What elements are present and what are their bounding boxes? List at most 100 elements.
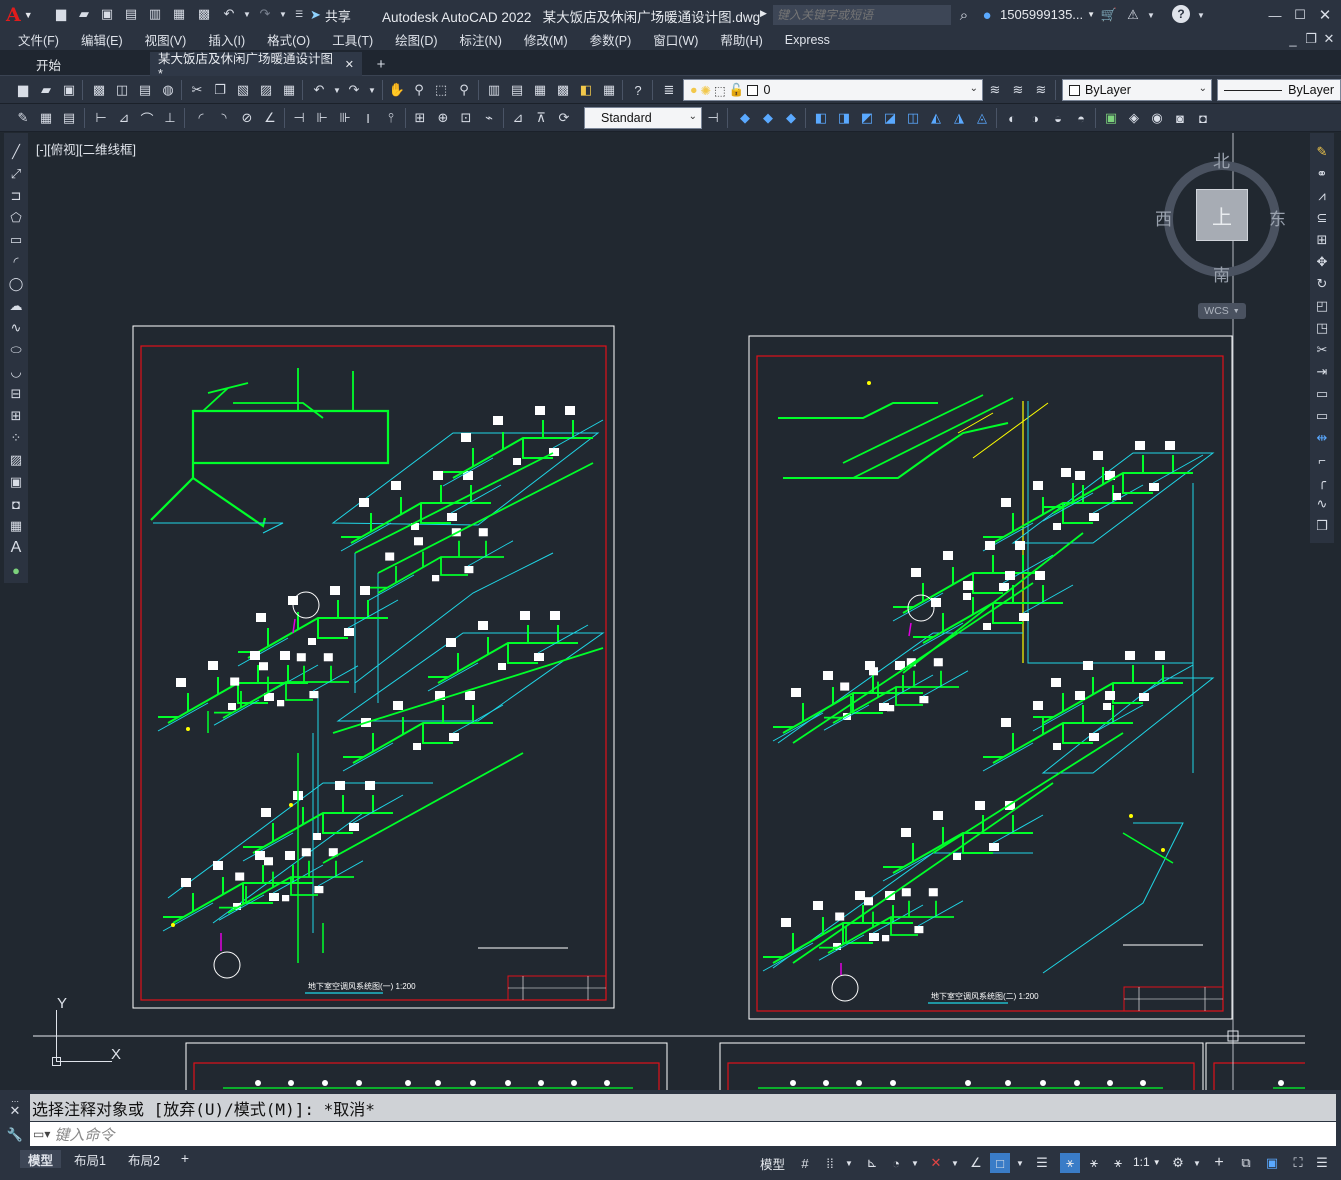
menu-file[interactable]: 文件(F): [7, 30, 70, 49]
light-icon[interactable]: ◉: [1148, 109, 1166, 127]
object-snap-tracking-icon[interactable]: ∠: [966, 1153, 986, 1173]
menu-insert[interactable]: 插入(I): [197, 30, 256, 49]
add-layout-icon[interactable]: +: [175, 1148, 195, 1168]
aligned-dim-icon[interactable]: ⊿: [115, 109, 133, 127]
polygon-icon[interactable]: ⬠: [7, 209, 25, 227]
break-icon[interactable]: ⫯: [382, 109, 400, 127]
jogged-linear-icon[interactable]: ⌁: [480, 109, 498, 127]
union-icon[interactable]: ◆: [736, 109, 754, 127]
expand-arrow-icon[interactable]: ▶: [760, 8, 767, 19]
dim-text-edit-icon[interactable]: ⊼: [532, 109, 550, 127]
pan-icon[interactable]: ✋: [388, 81, 406, 99]
undo-dropdown-icon[interactable]: ▼: [328, 81, 346, 99]
design-center-icon[interactable]: ▤: [508, 81, 526, 99]
command-input[interactable]: ▭▾ 键入命令: [30, 1122, 1336, 1146]
object-snap-icon[interactable]: □: [990, 1153, 1010, 1173]
ellipse-icon[interactable]: ⬭: [7, 341, 25, 359]
help-icon[interactable]: ?: [629, 81, 647, 99]
jogged-icon[interactable]: ◝: [215, 109, 233, 127]
chevron-down-icon[interactable]: ▼: [1187, 1153, 1207, 1173]
layout-tab-model[interactable]: 模型: [20, 1150, 62, 1168]
redo-icon[interactable]: ↷: [256, 5, 274, 23]
doc-minimize-icon[interactable]: _: [1284, 30, 1302, 48]
trim-icon[interactable]: ✂: [1313, 341, 1331, 359]
region-icon[interactable]: ◘: [7, 495, 25, 513]
new-icon[interactable]: ▆: [14, 81, 32, 99]
loft-icon[interactable]: ◫: [904, 109, 922, 127]
plus-icon[interactable]: +: [1209, 1153, 1229, 1173]
layer-dropdown[interactable]: ● ✺ ⬚ 🔓 0 ⌄: [683, 79, 983, 101]
menu-edit[interactable]: 编辑(E): [70, 30, 134, 49]
chevron-down-icon[interactable]: ▼: [839, 1153, 859, 1173]
annotation-scale-value[interactable]: 1:1 ▼: [1133, 1155, 1161, 1169]
clean-screen-icon[interactable]: ⛶: [1288, 1153, 1308, 1173]
explode-icon[interactable]: ❒: [1313, 517, 1331, 535]
block-editor-icon[interactable]: ▦: [280, 81, 298, 99]
intersect-icon[interactable]: ◆: [782, 109, 800, 127]
solid-edit-icon[interactable]: ◐: [1003, 109, 1021, 127]
menu-help[interactable]: 帮助(H): [709, 30, 773, 49]
tab-start[interactable]: 开始: [28, 52, 146, 76]
doc-restore-icon[interactable]: ❐: [1302, 30, 1320, 48]
solid-edit-4-icon[interactable]: ◓: [1072, 109, 1090, 127]
wcs-menu[interactable]: WCS ▼: [1198, 303, 1246, 319]
make-current-icon[interactable]: ≋: [986, 81, 1004, 99]
layout-tab-1[interactable]: 布局1: [66, 1150, 114, 1168]
user-account[interactable]: 1505999135... ▼: [1000, 7, 1095, 22]
annotation-visibility-icon[interactable]: ⚹: [1060, 1153, 1080, 1173]
share-button[interactable]: ➤ 共享: [310, 6, 351, 24]
add-selected-icon[interactable]: ●: [7, 561, 25, 579]
zoom-previous-icon[interactable]: ⚲: [455, 81, 473, 99]
circle-icon[interactable]: ◯: [7, 275, 25, 293]
viewcube-top-face[interactable]: 上: [1196, 189, 1248, 241]
radius-icon[interactable]: ◜: [192, 109, 210, 127]
slice-icon[interactable]: ◪: [881, 109, 899, 127]
app-menu-button[interactable]: A ▼: [6, 4, 38, 26]
calculator-icon[interactable]: ▦: [600, 81, 618, 99]
undo-dropdown-icon[interactable]: ▼: [238, 5, 256, 23]
open-file-icon[interactable]: ▰: [75, 5, 93, 23]
snap-icon[interactable]: ⁞⁞: [820, 1153, 840, 1173]
properties-icon[interactable]: ▥: [485, 81, 503, 99]
new-tab-icon[interactable]: +: [372, 55, 390, 73]
scale-icon[interactable]: ◰: [1313, 297, 1331, 315]
markup-icon[interactable]: ◧: [577, 81, 595, 99]
lineweight-icon[interactable]: ☰: [1032, 1153, 1052, 1173]
plot-preview-icon[interactable]: ◫: [113, 81, 131, 99]
chevron-down-icon[interactable]: ▼: [1142, 6, 1160, 24]
baseline-icon[interactable]: ⊩: [313, 109, 331, 127]
mtext-icon[interactable]: A: [7, 539, 25, 557]
search-input[interactable]: [773, 5, 951, 25]
hatch-icon[interactable]: ▨: [7, 451, 25, 469]
menu-draw[interactable]: 绘图(D): [384, 30, 448, 49]
polar-icon[interactable]: ◔: [886, 1153, 906, 1173]
menu-dimension[interactable]: 标注(N): [449, 30, 513, 49]
table-icon[interactable]: ▦: [7, 517, 25, 535]
customize-qat-icon[interactable]: ☰: [290, 5, 308, 23]
point-icon[interactable]: ⁘: [7, 429, 25, 447]
customization-icon[interactable]: ☰: [1312, 1153, 1332, 1173]
cut-icon[interactable]: ✂: [188, 81, 206, 99]
arc-length-icon[interactable]: ⌒: [138, 109, 156, 127]
arc-icon[interactable]: ◜: [7, 253, 25, 271]
open-web-icon[interactable]: ▥: [146, 5, 164, 23]
move-icon[interactable]: ✥: [1313, 253, 1331, 271]
menu-view[interactable]: 视图(V): [134, 30, 198, 49]
spline-icon[interactable]: ∿: [7, 319, 25, 337]
stretch-icon[interactable]: ◳: [1313, 319, 1331, 337]
angular-icon[interactable]: ∠: [261, 109, 279, 127]
make-block-icon[interactable]: ⊞: [7, 407, 25, 425]
ellipse-arc-icon[interactable]: ◡: [7, 363, 25, 381]
zoom-window-icon[interactable]: ⬚: [432, 81, 450, 99]
undo-icon[interactable]: ↶: [220, 5, 238, 23]
material-icon[interactable]: ◈: [1125, 109, 1143, 127]
compass-south[interactable]: 南: [1213, 261, 1230, 286]
compass-north[interactable]: 北: [1213, 147, 1230, 172]
center-mark-icon[interactable]: ⊕: [434, 109, 452, 127]
continue-icon[interactable]: ⊪: [336, 109, 354, 127]
mleader-icon[interactable]: ▤: [60, 109, 78, 127]
break-icon[interactable]: ▭: [1313, 407, 1331, 425]
linear-dim-icon[interactable]: ⊢: [92, 109, 110, 127]
sheet-set-icon[interactable]: ▩: [554, 81, 572, 99]
extend-icon[interactable]: ⇥: [1313, 363, 1331, 381]
